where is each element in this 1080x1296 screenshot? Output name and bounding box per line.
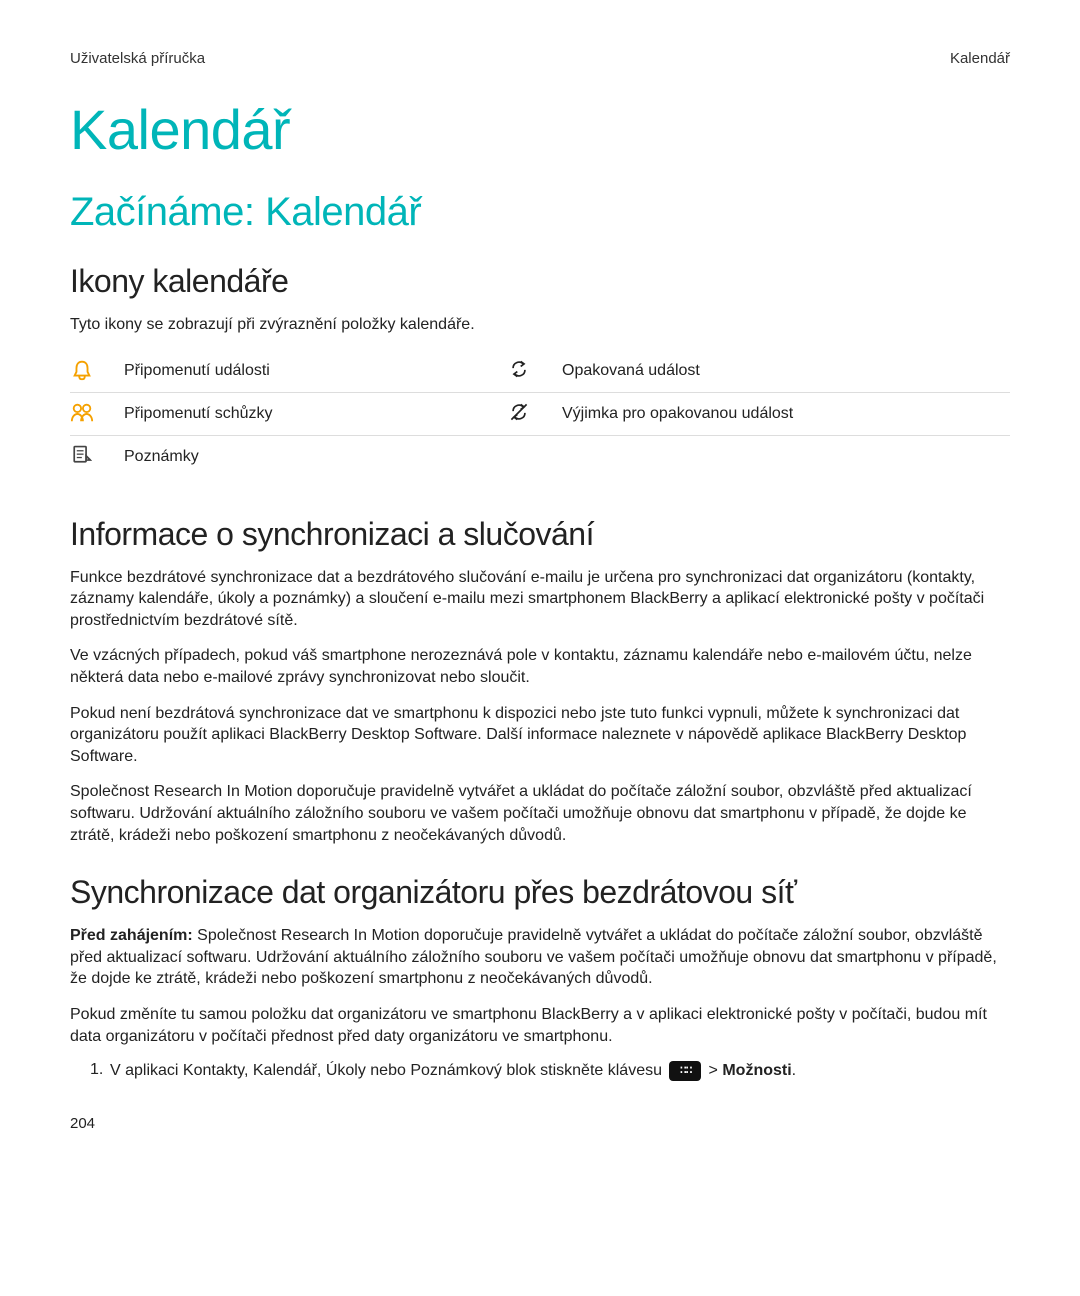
body-text: Ve vzácných případech, pokud váš smartph… (70, 645, 1010, 688)
table-row: Připomenutí události Opakovaná událost (70, 350, 1010, 393)
people-icon (70, 401, 96, 427)
table-row: Poznámky (70, 435, 1010, 478)
body-text: Pokud není bezdrátová synchronizace dat … (70, 703, 1010, 768)
before-start-text: Před zahájením: Společnost Research In M… (70, 925, 1010, 990)
icon-label: Připomenutí schůzky (124, 392, 508, 435)
header-right: Kalendář (950, 50, 1010, 67)
bell-icon (70, 358, 96, 384)
sync-info-heading: Informace o synchronizaci a slučování (70, 516, 1010, 553)
sync-wireless-heading: Synchronizace dat organizátoru přes bezd… (70, 874, 1010, 911)
icons-intro: Tyto ikony se zobrazují při zvýraznění p… (70, 314, 1010, 336)
icon-label: Opakovaná událost (562, 350, 1010, 393)
page-number: 204 (70, 1115, 1010, 1132)
step-text-post: Možnosti (722, 1062, 791, 1079)
note-icon (70, 444, 96, 470)
menu-key-icon: ∷∷ (669, 1061, 701, 1081)
header-left: Uživatelská příručka (70, 50, 205, 67)
table-row: Připomenutí schůzky Výjimka pro opakovan… (70, 392, 1010, 435)
body-text: Společnost Research In Motion doporučuje… (70, 781, 1010, 846)
icon-label: Poznámky (124, 435, 508, 478)
step-1: 1. V aplikaci Kontakty, Kalendář, Úkoly … (70, 1061, 1010, 1081)
before-label: Před zahájením: (70, 927, 193, 944)
section-title: Začínáme: Kalendář (70, 190, 1010, 235)
step-end: . (792, 1062, 796, 1079)
before-text: Společnost Research In Motion doporučuje… (70, 927, 997, 987)
page-title: Kalendář (70, 97, 1010, 162)
body-text: Funkce bezdrátové synchronizace dat a be… (70, 567, 1010, 632)
page-header: Uživatelská příručka Kalendář (70, 50, 1010, 67)
icon-label: Výjimka pro opakovanou událost (562, 392, 1010, 435)
icon-label: Připomenutí události (124, 350, 508, 393)
step-text-pre: V aplikaci Kontakty, Kalendář, Úkoly neb… (110, 1062, 666, 1079)
icons-heading: Ikony kalendáře (70, 263, 1010, 300)
step-number: 1. (70, 1061, 110, 1081)
body-text: Pokud změníte tu samou položku dat organ… (70, 1004, 1010, 1047)
icons-table: Připomenutí události Opakovaná událost P… (70, 350, 1010, 478)
recur-except-icon (508, 401, 534, 427)
recur-icon (508, 358, 534, 384)
step-sep: > (709, 1062, 723, 1079)
